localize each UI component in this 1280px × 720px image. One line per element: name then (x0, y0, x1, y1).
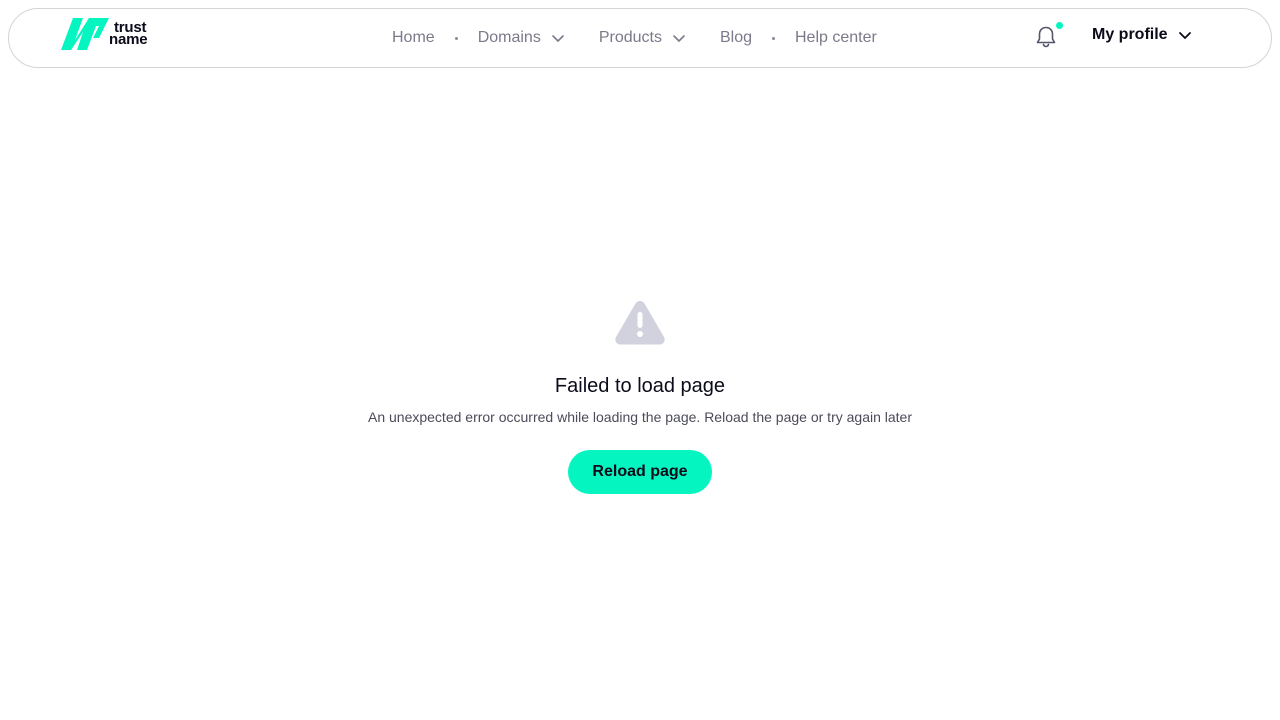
main-nav: Home Domains Products Blog Help center (392, 9, 877, 67)
chevron-down-icon (673, 35, 685, 42)
error-message: An unexpected error occurred while loadi… (367, 409, 912, 425)
trustname-mark-icon (61, 18, 109, 50)
nav-separator (454, 36, 458, 40)
nav-item-domains-label: Domains (477, 29, 541, 46)
notifications-button[interactable] (1033, 22, 1063, 52)
nav-item-products-label: Products (598, 29, 662, 46)
logo-text-line2: name (109, 31, 148, 48)
warning-triangle-icon (615, 300, 665, 345)
reload-page-button[interactable]: Reload page (568, 450, 712, 494)
nav-item-blog[interactable]: Blog (720, 29, 752, 47)
profile-menu-button[interactable]: My profile (1092, 26, 1192, 44)
logo[interactable]: trust name (61, 18, 148, 50)
nav-item-products[interactable]: Products (599, 29, 686, 47)
error-state: Failed to load page An unexpected error … (0, 298, 1280, 494)
profile-label: My profile (1092, 26, 1168, 43)
error-title: Failed to load page (554, 375, 726, 397)
notification-badge (1056, 22, 1063, 29)
chevron-down-icon (1178, 32, 1191, 39)
top-navigation-bar: trust name Home Domains Products Blog He… (8, 8, 1272, 68)
nav-item-help-center[interactable]: Help center (795, 29, 877, 47)
logo-text: trust name (109, 20, 148, 48)
bell-icon (1036, 26, 1056, 48)
nav-item-domains[interactable]: Domains (478, 29, 565, 47)
nav-item-home[interactable]: Home (392, 29, 435, 47)
nav-separator (772, 36, 775, 40)
chevron-down-icon (552, 35, 564, 42)
